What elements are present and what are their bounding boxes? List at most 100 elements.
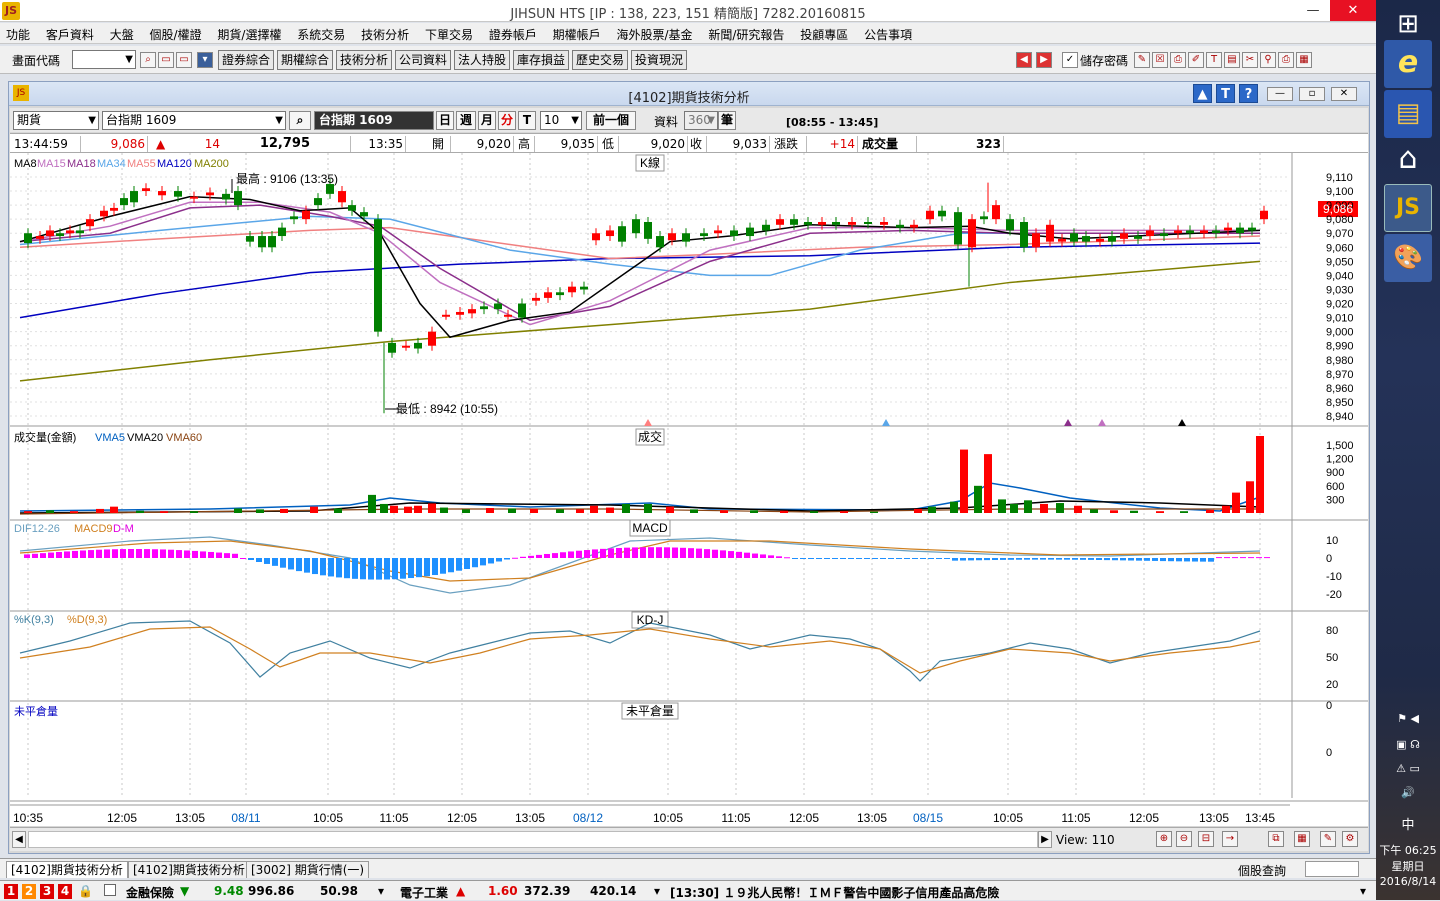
fit-icon[interactable]: ⊟ xyxy=(1198,831,1214,847)
home-icon[interactable]: ⌂ xyxy=(1384,136,1432,184)
options-combo-button[interactable]: 期權綜合 xyxy=(277,50,333,70)
stock-query-input[interactable] xyxy=(1305,861,1359,877)
arrow-right-icon[interactable]: → xyxy=(1222,831,1238,847)
ticker-dropdown-2-icon[interactable]: ▾ xyxy=(654,884,660,898)
child-minimize-button[interactable]: — xyxy=(1267,87,1293,101)
search-icon[interactable]: ⌕ xyxy=(289,111,311,130)
investment-status-button[interactable]: 投資現況 xyxy=(631,50,687,70)
tab-technical-1[interactable]: [4102]期貨技術分析 xyxy=(6,861,128,878)
company-info-button[interactable]: 公司資料 xyxy=(395,50,451,70)
ticker-news[interactable]: [13:30] １９兆人民幣！ＩＭＦ警告中國影子信用產品高危險 xyxy=(670,884,999,901)
help-icon[interactable]: ? xyxy=(1239,84,1258,103)
minimize-button[interactable]: — xyxy=(1296,0,1330,21)
zoom-in-icon[interactable]: ⊕ xyxy=(1156,831,1172,847)
scroll-track[interactable] xyxy=(28,831,1038,848)
interval-select[interactable]: 10 xyxy=(540,111,582,130)
scroll-right-icon[interactable]: ▶ xyxy=(1038,831,1052,848)
ime-indicator[interactable]: 中 xyxy=(1376,814,1440,833)
speaker-icon[interactable]: 🔊 xyxy=(1376,786,1440,799)
previous-button[interactable]: 前一個 xyxy=(586,111,636,130)
up-arrow-icon[interactable]: ▲ xyxy=(1193,84,1212,103)
copy-icon[interactable]: ⧉ xyxy=(1268,831,1284,847)
inventory-pl-button[interactable]: 庫存損益 xyxy=(513,50,569,70)
chart-area[interactable]: 10:35 12:05 13:05 08/11 10:05 11:05 12:05 13:05… xyxy=(10,153,1368,826)
menu-item-news[interactable]: 新聞/研究報告 xyxy=(702,23,790,46)
technical-button[interactable]: 技術分析 xyxy=(336,50,392,70)
clock-time[interactable]: 下午 06:25 xyxy=(1376,842,1440,858)
menu-item-advisory[interactable]: 投顧專區 xyxy=(794,23,854,46)
text-icon[interactable]: T xyxy=(1206,52,1222,68)
menu-item-securities-account[interactable]: 證券帳戶 xyxy=(483,23,543,46)
child-restore-button[interactable]: ▫ xyxy=(1299,87,1325,101)
menu-item-market[interactable]: 大盤 xyxy=(104,23,140,46)
zoom-out-icon[interactable]: ⊖ xyxy=(1176,831,1192,847)
screen-code-select[interactable] xyxy=(72,50,136,69)
menu-item-futures[interactable]: 期貨/選擇權 xyxy=(211,23,287,46)
menu-item-technical[interactable]: 技術分析 xyxy=(355,23,415,46)
dropdown-icon[interactable]: ▾ xyxy=(197,52,213,68)
jihsun-app-icon[interactable]: JS xyxy=(1384,184,1432,232)
horizontal-scrollbar[interactable]: ◀ ▶ View: 110 ⊕ ⊖ ⊟ → ⧉ ▦ ✎ ⚙ xyxy=(10,827,1368,851)
tools-icon[interactable]: ✂ xyxy=(1242,52,1258,68)
mic-icon[interactable]: ☊ xyxy=(1410,738,1420,751)
page-1-button[interactable]: 1 xyxy=(4,884,18,899)
search-icon[interactable]: ⌕ xyxy=(140,52,156,68)
text-tool-icon[interactable]: T xyxy=(1216,84,1235,103)
menu-item-stocks[interactable]: 個股/權證 xyxy=(144,23,208,46)
period-month-button[interactable]: 月 xyxy=(478,111,496,130)
draw-icon[interactable]: ✎ xyxy=(1320,831,1336,847)
ticker-checkbox[interactable] xyxy=(104,884,116,896)
volume-icon[interactable]: ◀ xyxy=(1410,712,1418,725)
period-day-button[interactable]: 日 xyxy=(436,111,454,130)
period-week-button[interactable]: 週 xyxy=(456,111,476,130)
edit-icon[interactable]: ✐ xyxy=(1188,52,1204,68)
menu-item-announcements[interactable]: 公告事項 xyxy=(858,23,918,46)
paint-icon[interactable]: 🎨 xyxy=(1384,234,1432,282)
ticker-dropdown-3-icon[interactable]: ▾ xyxy=(1360,884,1366,898)
institutional-button[interactable]: 法人持股 xyxy=(454,50,510,70)
forward-icon[interactable]: ▶ xyxy=(1036,52,1052,68)
page-2-button[interactable]: 2 xyxy=(22,884,36,899)
link-icon[interactable]: ⚲ xyxy=(1260,52,1276,68)
menu-item-order[interactable]: 下單交易 xyxy=(419,23,479,46)
internet-explorer-icon[interactable]: e xyxy=(1384,40,1432,88)
print-icon[interactable]: ⎙ xyxy=(1170,52,1186,68)
language-icon[interactable]: ▣ xyxy=(1396,738,1406,751)
menu-item-overseas[interactable]: 海外股票/基金 xyxy=(611,23,699,46)
settings-gear-icon[interactable]: ⚙ xyxy=(1342,831,1358,847)
scroll-left-icon[interactable]: ◀ xyxy=(12,831,26,848)
warning-icon[interactable]: ⚠ xyxy=(1396,762,1406,775)
history-button[interactable]: 歷史交易 xyxy=(572,50,628,70)
calc-icon[interactable]: ▦ xyxy=(1294,831,1310,847)
market-select[interactable]: 期貨 xyxy=(13,111,99,130)
symbol-select[interactable]: 台指期 1609 xyxy=(102,111,286,130)
tab-futures-quote[interactable]: [3002] 期貨行情(一) xyxy=(246,861,370,878)
doc-icon[interactable]: ▦ xyxy=(1296,52,1312,68)
printer-icon[interactable]: ⎙ xyxy=(1278,52,1294,68)
tab-technical-2[interactable]: [4102]期貨技術分析 xyxy=(128,861,250,878)
unit-button[interactable]: 筆 xyxy=(718,111,736,130)
display-icon[interactable]: ▭ xyxy=(1409,762,1419,775)
save-password-checkbox[interactable]: ✓ xyxy=(1062,52,1078,68)
flag-icon[interactable]: ⚑ xyxy=(1397,712,1407,725)
window-icon[interactable]: ▭ xyxy=(158,52,174,68)
data-count-input[interactable]: 360 xyxy=(684,111,718,130)
close-button[interactable]: ✕ xyxy=(1330,0,1376,21)
ticker-dropdown-1-icon[interactable]: ▾ xyxy=(378,884,384,898)
period-minute-button[interactable]: 分 xyxy=(498,111,516,130)
window2-icon[interactable]: ▭ xyxy=(176,52,192,68)
menu-item-function[interactable]: 功能 xyxy=(0,23,36,46)
close-doc-icon[interactable]: ☒ xyxy=(1152,52,1168,68)
menu-item-futures-account[interactable]: 期權帳戶 xyxy=(547,23,607,46)
chart-icon[interactable]: ▤ xyxy=(1224,52,1240,68)
menu-item-customer[interactable]: 客戶資料 xyxy=(40,23,100,46)
lock-icon[interactable]: 🔒 xyxy=(78,884,93,898)
page-3-button[interactable]: 3 xyxy=(40,884,54,899)
back-icon[interactable]: ◀ xyxy=(1016,52,1032,68)
period-tick-button[interactable]: T xyxy=(518,111,536,130)
file-explorer-icon[interactable]: ▤ xyxy=(1384,90,1432,138)
menu-item-system-trade[interactable]: 系統交易 xyxy=(291,23,351,46)
pen-icon[interactable]: ✎ xyxy=(1134,52,1150,68)
securities-combo-button[interactable]: 證券綜合 xyxy=(218,50,274,70)
page-4-button[interactable]: 4 xyxy=(58,884,72,899)
